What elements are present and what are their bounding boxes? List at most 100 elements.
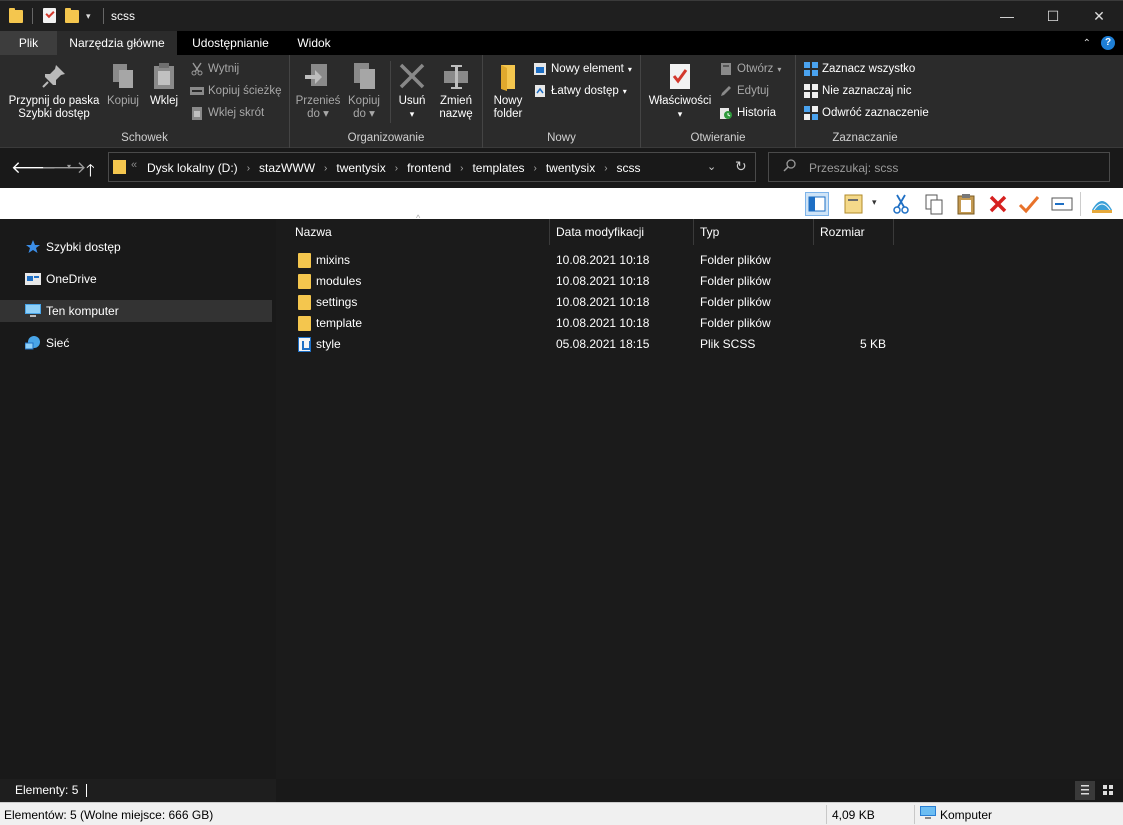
address-bar[interactable]: « Dysk lokalny (D:) › stazWWW › twentysi… — [108, 152, 756, 182]
divider — [103, 8, 104, 24]
edit-label: Edytuj — [737, 85, 769, 97]
column-header-name[interactable]: Nazwa — [295, 219, 332, 245]
properties-quick-icon[interactable] — [43, 8, 56, 23]
breadcrumb-item[interactable]: twentysix — [546, 161, 595, 175]
refresh-icon[interactable]: ↻ — [735, 158, 747, 175]
nav-item-quick-access[interactable]: Szybki dostęp — [0, 236, 272, 258]
properties-label: Właściwości — [648, 95, 712, 107]
breadcrumb-separator[interactable]: › — [247, 163, 250, 174]
cut-icon[interactable] — [889, 192, 913, 216]
select-none-button[interactable]: Nie zaznaczaj nic — [804, 84, 911, 98]
tab-share[interactable]: Udostępnianie — [179, 31, 282, 55]
breadcrumb-separator[interactable]: › — [395, 163, 398, 174]
copy-to-icon — [349, 61, 379, 91]
group-select: Zaznacz wszystko Nie zaznaczaj nic Odwró… — [796, 55, 934, 148]
cut-label: Wytnij — [208, 63, 240, 75]
search-input[interactable]: Przeszukaj: scss — [768, 152, 1110, 182]
pin-quick-access-button[interactable]: Przypnij do paska Szybki dostęp — [6, 61, 102, 121]
breadcrumb-item[interactable]: scss — [617, 161, 641, 175]
column-header-date[interactable]: Data modyfikacji — [556, 219, 644, 245]
paste-button[interactable]: Wklej — [146, 61, 182, 108]
nav-item-network[interactable]: Sieć — [0, 332, 272, 354]
table-row[interactable]: style 05.08.2021 18:15 Plik SCSS 5 KB — [292, 334, 892, 355]
close-button[interactable]: ✕ — [1076, 1, 1122, 31]
onedrive-icon — [25, 272, 41, 286]
properties-button[interactable]: Właściwości ▾ — [647, 61, 713, 121]
large-icons-view-button[interactable] — [1098, 781, 1118, 800]
address-dropdown-icon[interactable]: ⌄ — [707, 160, 716, 173]
shell-globe-icon[interactable] — [1090, 192, 1114, 216]
breadcrumb-item[interactable]: frontend — [407, 161, 451, 175]
paste-shortcut-button[interactable]: Wklej skrót — [190, 106, 264, 120]
rename-field-icon[interactable] — [1050, 192, 1074, 216]
tab-file[interactable]: Plik — [0, 31, 57, 55]
minimize-button[interactable]: — — [984, 1, 1030, 31]
quick-access-dropdown-icon[interactable]: ▾ — [86, 11, 91, 22]
preview-pane-icon[interactable] — [805, 192, 829, 216]
rename-button[interactable]: Zmień nazwę — [434, 61, 478, 121]
column-divider[interactable] — [813, 219, 814, 245]
select-all-button[interactable]: Zaznacz wszystko — [804, 62, 915, 76]
breadcrumb-item[interactable]: Dysk lokalny (D:) — [147, 161, 238, 175]
file-type: Folder plików — [700, 274, 771, 288]
copy-button[interactable]: Kopiuj — [104, 61, 142, 108]
checkmark-icon[interactable] — [1017, 192, 1041, 216]
paste-icon[interactable] — [954, 192, 978, 216]
copy-to-button[interactable]: Kopiuj do ▾ — [342, 61, 386, 121]
move-to-button[interactable]: Przenieś do ▾ — [294, 61, 342, 121]
details-view-button[interactable] — [1075, 781, 1095, 800]
breadcrumb-item[interactable]: twentysix — [336, 161, 385, 175]
breadcrumb-separator[interactable]: › — [604, 163, 607, 174]
nav-item-this-pc[interactable]: Ten komputer — [0, 300, 272, 322]
new-folder-quick-icon[interactable] — [65, 8, 79, 23]
file-date: 05.08.2021 18:15 — [556, 337, 650, 351]
layout-dropdown-icon[interactable]: ▾ — [872, 197, 882, 221]
select-all-label: Zaznacz wszystko — [822, 63, 916, 75]
nav-item-onedrive[interactable]: OneDrive — [0, 268, 272, 290]
column-divider[interactable] — [693, 219, 694, 245]
new-item-button[interactable]: Nowy element ▾ — [533, 62, 632, 76]
paste-shortcut-label: Wklej skrót — [208, 107, 265, 119]
tab-home[interactable]: Narzędzia główne — [57, 31, 177, 55]
column-header-type[interactable]: Typ — [700, 219, 719, 245]
column-divider[interactable] — [893, 219, 894, 245]
breadcrumb-separator[interactable]: › — [460, 163, 463, 174]
new-item-dropdown-icon: ▾ — [627, 64, 632, 74]
maximize-button[interactable]: ☐ — [1030, 1, 1076, 31]
column-divider[interactable] — [549, 219, 550, 245]
easy-access-button[interactable]: Łatwy dostęp ▾ — [533, 84, 627, 98]
table-row[interactable]: mixins 10.08.2021 10:18 Folder plików — [292, 250, 892, 271]
easy-access-dropdown-icon: ▾ — [622, 86, 627, 96]
history-button[interactable]: Historia — [719, 106, 776, 120]
up-button[interactable]: 🡑 — [86, 158, 95, 187]
column-header-size[interactable]: Rozmiar — [820, 219, 865, 245]
table-row[interactable]: settings 10.08.2021 10:18 Folder plików — [292, 292, 892, 313]
help-icon[interactable]: ? — [1101, 36, 1115, 50]
breadcrumb-item[interactable]: stazWWW — [259, 161, 315, 175]
breadcrumb-item[interactable]: templates — [472, 161, 524, 175]
edit-button[interactable]: Edytuj — [719, 84, 769, 98]
open-button[interactable]: Otwórz ▾ — [719, 62, 781, 76]
tab-view[interactable]: Widok — [284, 31, 344, 55]
breadcrumb-separator[interactable]: › — [534, 163, 537, 174]
copy-path-button[interactable]: Kopiuj ścieżkę — [190, 84, 282, 98]
cut-button[interactable]: Wytnij — [190, 62, 239, 76]
recent-locations-dropdown-icon[interactable]: ▾ — [67, 162, 71, 171]
layout-icon[interactable] — [842, 192, 866, 216]
delete-dropdown-icon[interactable]: ▾ — [394, 108, 430, 121]
delete-button[interactable]: Usuń ▾ — [394, 61, 430, 121]
new-folder-icon — [493, 61, 523, 91]
forward-button[interactable]: 🡒 — [41, 158, 87, 178]
properties-dropdown-icon[interactable]: ▾ — [647, 108, 713, 121]
breadcrumb-separator[interactable]: › — [324, 163, 327, 174]
invert-selection-button[interactable]: Odwróć zaznaczenie — [804, 106, 929, 120]
copy-icon[interactable] — [922, 192, 946, 216]
status-bar: Elementy: 5 — [0, 779, 1123, 802]
edit-pencil-icon — [719, 84, 733, 98]
delete-icon[interactable] — [986, 192, 1010, 216]
new-folder-button[interactable]: Nowy folder — [487, 61, 529, 121]
collapse-ribbon-icon[interactable]: ⌃ — [1083, 38, 1091, 49]
table-row[interactable]: modules 10.08.2021 10:18 Folder plików — [292, 271, 892, 292]
breadcrumb-overflow[interactable]: « — [131, 159, 137, 171]
table-row[interactable]: template 10.08.2021 10:18 Folder plików — [292, 313, 892, 334]
